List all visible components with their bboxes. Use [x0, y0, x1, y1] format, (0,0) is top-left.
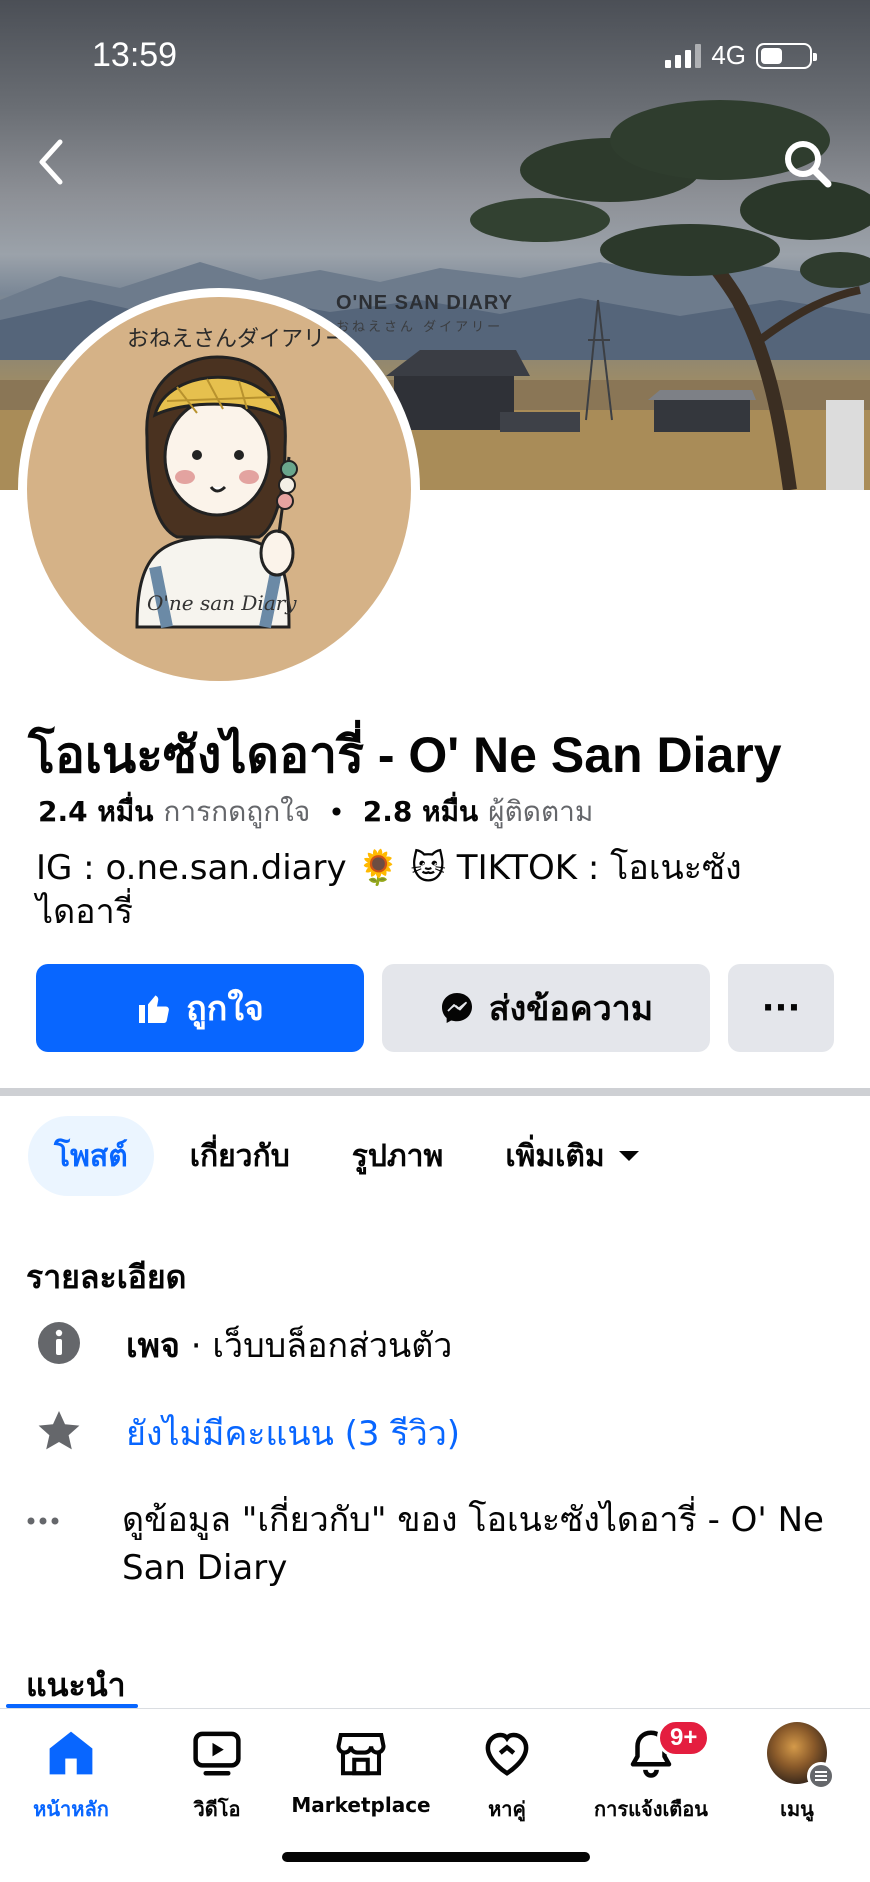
page-title: โอเนะซังไดอารี่ - O' Ne San Diary	[28, 727, 782, 783]
bio-line: IG : o.ne.san.diary 🌻 🐱 TIKTOK : โอเนะซั…	[36, 848, 742, 888]
chevron-left-icon	[39, 139, 63, 185]
rating-link[interactable]: ยังไม่มีคะแนน (3 รีวิว)	[126, 1406, 460, 1460]
message-button[interactable]: ส่งข้อความ	[382, 964, 710, 1052]
tab-posts[interactable]: โพสต์	[28, 1116, 154, 1196]
nav-label: Marketplace	[291, 1793, 431, 1817]
nav-marketplace[interactable]: Marketplace	[276, 1723, 446, 1817]
tab-label: โพสต์	[54, 1138, 128, 1174]
action-buttons: ถูกใจ ส่งข้อความ ···	[36, 964, 834, 1052]
bio-line: ไดอารี่	[36, 892, 133, 932]
message-button-label: ส่งข้อความ	[488, 989, 654, 1029]
messenger-icon	[441, 993, 472, 1023]
nav-label: หาคู่	[488, 1797, 526, 1821]
page-category: · เว็บบล็อกส่วนตัว	[179, 1326, 453, 1366]
followers-label[interactable]: ผู้ติดตาม	[488, 790, 593, 834]
likes-label[interactable]: การกดถูกใจ	[163, 790, 310, 834]
signal-icon	[665, 43, 702, 68]
page-type-label: เพจ	[126, 1326, 180, 1366]
nav-notifications[interactable]: 9+ การแจ้งเตือน	[566, 1719, 736, 1825]
details-heading: รายละเอียด	[26, 1258, 187, 1296]
about-link-text: ดูข้อมูล "เกี่ยวกับ" ของ โอเนะซังไดอารี่…	[122, 1500, 824, 1540]
more-icon: ···	[761, 988, 801, 1028]
tab-more[interactable]: เพิ่มเติม	[479, 1116, 664, 1196]
profile-picture[interactable]: おねえさんダイアリー O'ne san Diary	[18, 288, 420, 690]
tab-label: เกี่ยวกับ	[189, 1138, 290, 1174]
nav-label: เมนู	[780, 1797, 814, 1821]
bell-icon: 9+	[621, 1719, 711, 1783]
profile-tabs: โพสต์ เกี่ยวกับ รูปภาพ เพิ่มเติม	[28, 1116, 665, 1196]
girl-illustration	[135, 355, 298, 629]
thumbs-up-icon	[139, 995, 170, 1023]
page-bio: IG : o.ne.san.diary 🌻 🐱 TIKTOK : โอเนะซั…	[36, 846, 776, 934]
page-stats: 2.4 หมื่น การกดถูกใจ • 2.8 หมื่น ผู้ติดต…	[38, 790, 593, 834]
nav-label: หน้าหลัก	[33, 1797, 109, 1821]
about-link-row[interactable]: ดูข้อมูล "เกี่ยวกับ" ของ โอเนะซังไดอารี่…	[26, 1496, 846, 1592]
tab-label: รูปภาพ	[351, 1138, 444, 1174]
rating-row[interactable]: ยังไม่มีคะแนน (3 รีวิว)	[34, 1406, 460, 1460]
home-icon	[41, 1723, 101, 1783]
stats-separator: •	[328, 795, 345, 829]
battery-icon	[756, 42, 817, 69]
video-icon	[187, 1723, 247, 1783]
search-button[interactable]	[780, 136, 836, 192]
marketplace-icon	[331, 1723, 391, 1783]
home-indicator	[282, 1852, 590, 1862]
nav-label: การแจ้งเตือน	[594, 1797, 708, 1821]
info-icon	[34, 1318, 84, 1368]
notification-badge: 9+	[657, 1719, 711, 1757]
section-divider	[0, 1088, 870, 1096]
tab-label: เพิ่มเติม	[505, 1138, 605, 1174]
dating-icon	[477, 1723, 537, 1783]
network-type: 4G	[711, 40, 746, 70]
hamburger-icon	[807, 1762, 835, 1790]
avatar-caption: O'ne san Diary	[147, 591, 297, 615]
tab-photos[interactable]: รูปภาพ	[326, 1116, 470, 1196]
followers-count[interactable]: 2.8 หมื่น	[363, 790, 478, 834]
caret-down-icon	[618, 1151, 639, 1161]
like-button[interactable]: ถูกใจ	[36, 964, 364, 1052]
like-button-label: ถูกใจ	[186, 989, 264, 1029]
nav-menu[interactable]: เมนู	[712, 1722, 870, 1825]
page-category-row: เพจ · เว็บบล็อกส่วนตัว	[34, 1318, 452, 1372]
tab-about[interactable]: เกี่ยวกับ	[164, 1116, 316, 1196]
likes-count[interactable]: 2.4 หมื่น	[38, 790, 153, 834]
about-link-text: San Diary	[122, 1548, 288, 1588]
menu-avatar	[767, 1722, 835, 1790]
nav-label: วิดีโอ	[193, 1797, 241, 1821]
status-indicators: 4G	[665, 40, 817, 71]
star-icon	[34, 1406, 84, 1456]
avatar	[767, 1722, 835, 1790]
back-button[interactable]	[30, 130, 74, 190]
status-time: 13:59	[92, 36, 178, 74]
more-horizontal-icon	[26, 1496, 62, 1546]
search-icon	[785, 141, 832, 188]
more-options-button[interactable]: ···	[728, 964, 834, 1052]
avatar-illustration: おねえさんダイアリー O'ne san Diary	[27, 297, 411, 681]
